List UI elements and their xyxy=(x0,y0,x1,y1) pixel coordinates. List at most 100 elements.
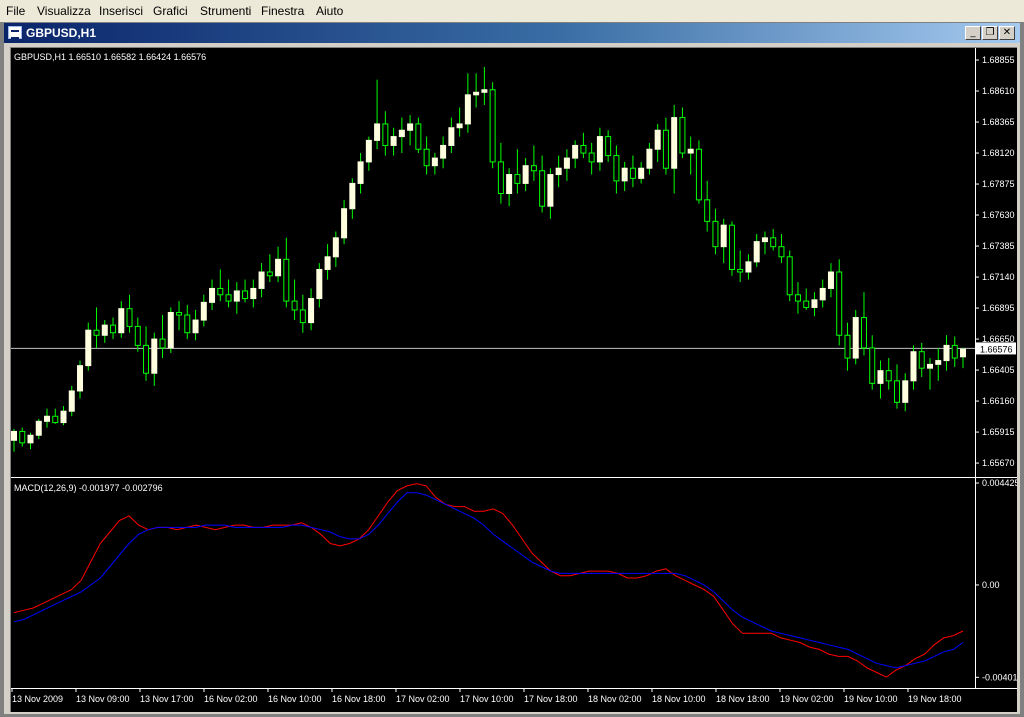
price-tick-label: 1.67140 xyxy=(982,272,1015,282)
candle xyxy=(275,246,282,283)
candle xyxy=(745,254,752,280)
candle-body-bull xyxy=(877,370,884,384)
candle-body-bear xyxy=(869,347,876,384)
candle xyxy=(555,155,562,188)
candle-body-bull xyxy=(638,167,645,179)
candle-body-bull xyxy=(390,136,397,146)
candle-body-bull xyxy=(11,430,17,441)
candle-body-bull xyxy=(316,268,323,300)
menu-aiuto[interactable]: Aiuto xyxy=(316,4,343,18)
minimize-button[interactable]: _ xyxy=(965,26,981,40)
candle-body-bull xyxy=(374,123,381,141)
candle-body-bear xyxy=(530,165,537,172)
candle xyxy=(110,317,117,340)
candle xyxy=(27,432,34,450)
macd-tick-label: 0.004425 xyxy=(982,478,1017,488)
candle xyxy=(60,406,67,426)
candle-body-bull xyxy=(258,271,265,289)
candle xyxy=(489,82,496,169)
candle-body-bull xyxy=(827,271,834,289)
candle xyxy=(770,228,777,251)
candle xyxy=(951,336,958,367)
menu-strumenti[interactable]: Strumenti xyxy=(200,4,251,18)
price-chart-title: GBPUSD,H1 1.66510 1.66582 1.66424 1.6657… xyxy=(14,52,206,62)
candle xyxy=(695,140,702,204)
price-tick-label: 1.67875 xyxy=(982,179,1015,189)
candle xyxy=(588,142,595,175)
candle-body-bear xyxy=(737,268,744,273)
candle xyxy=(646,142,653,175)
candle-body-bull xyxy=(398,129,405,138)
candle-body-bear xyxy=(778,246,785,258)
price-tick-label: 1.66405 xyxy=(982,365,1015,375)
time-tick-label: 19 Nov 10:00 xyxy=(844,694,898,704)
candle-body-bull xyxy=(200,301,207,321)
candle xyxy=(547,168,554,219)
candle-body-bull xyxy=(60,410,67,424)
candle xyxy=(184,304,191,340)
candle xyxy=(382,111,389,156)
candle xyxy=(357,153,364,194)
candle xyxy=(506,168,513,207)
candle-body-bear xyxy=(299,309,306,324)
menu-visualizza[interactable]: Visualizza xyxy=(37,4,91,18)
candle xyxy=(299,294,306,333)
close-button[interactable]: ✕ xyxy=(999,26,1015,40)
candle-body-bull xyxy=(192,319,199,334)
menu-inserisci[interactable]: Inserisci xyxy=(99,4,143,18)
candle xyxy=(200,294,207,327)
candle xyxy=(704,180,711,232)
candle xyxy=(877,360,884,399)
candle xyxy=(629,155,636,188)
candle xyxy=(159,315,166,359)
candle xyxy=(654,123,661,162)
time-tick-label: 13 Nov 17:00 xyxy=(140,694,194,704)
signal-line xyxy=(13,492,964,669)
candle xyxy=(415,117,422,154)
candle xyxy=(827,263,834,298)
time-tick-label: 18 Nov 10:00 xyxy=(652,694,706,704)
time-tick-label: 13 Nov 2009 xyxy=(12,694,63,704)
candle xyxy=(803,288,810,310)
candle xyxy=(349,178,356,219)
candle-body-bull xyxy=(910,351,917,382)
candle xyxy=(291,279,298,321)
candle-body-bear xyxy=(19,430,26,444)
candle-body-bear xyxy=(679,117,686,154)
candle xyxy=(374,79,381,150)
menu-finestra[interactable]: Finestra xyxy=(261,4,304,18)
candle xyxy=(844,322,851,371)
price-tick-label: 1.65670 xyxy=(982,458,1015,468)
candle-body-bull xyxy=(811,299,818,308)
candle xyxy=(869,335,876,390)
candle-body-bear xyxy=(217,287,224,296)
price-tick-label: 1.68120 xyxy=(982,148,1015,158)
candle-body-bull xyxy=(596,136,603,163)
candle-body-bear xyxy=(629,167,636,179)
candle xyxy=(176,301,183,331)
candle-body-bull xyxy=(852,317,859,359)
time-tick-label: 16 Nov 18:00 xyxy=(332,694,386,704)
menu-file[interactable]: File xyxy=(6,4,25,18)
chart-svg[interactable]: 1.68855 1.68610 1.68365 1.68120 1.67875 1.676… xyxy=(11,48,1020,712)
candle-body-bull xyxy=(935,360,942,365)
candle-body-bear xyxy=(225,294,232,302)
macd-tick-label: -0.00401 xyxy=(982,672,1017,682)
candle xyxy=(860,292,867,356)
chart-area[interactable]: 1.68855 1.68610 1.68365 1.68120 1.67875 1.676… xyxy=(10,47,1020,712)
candle-body-bull xyxy=(77,365,84,392)
candle-body-bull xyxy=(555,167,562,176)
candle xyxy=(151,332,158,386)
menu-grafici[interactable]: Grafici xyxy=(153,4,188,18)
candle-body-bull xyxy=(250,287,257,300)
candle xyxy=(638,161,645,184)
candle-body-bull xyxy=(563,157,570,169)
candle-body-bear xyxy=(662,129,669,169)
candle xyxy=(910,345,917,390)
window-titlebar[interactable]: GBPUSD,H1 _ ❐ ✕ xyxy=(4,23,1020,43)
candle xyxy=(250,279,257,308)
candle-body-bear xyxy=(885,370,892,382)
restore-button[interactable]: ❐ xyxy=(982,26,998,40)
candle-body-bull xyxy=(646,148,653,169)
candle xyxy=(19,427,26,447)
